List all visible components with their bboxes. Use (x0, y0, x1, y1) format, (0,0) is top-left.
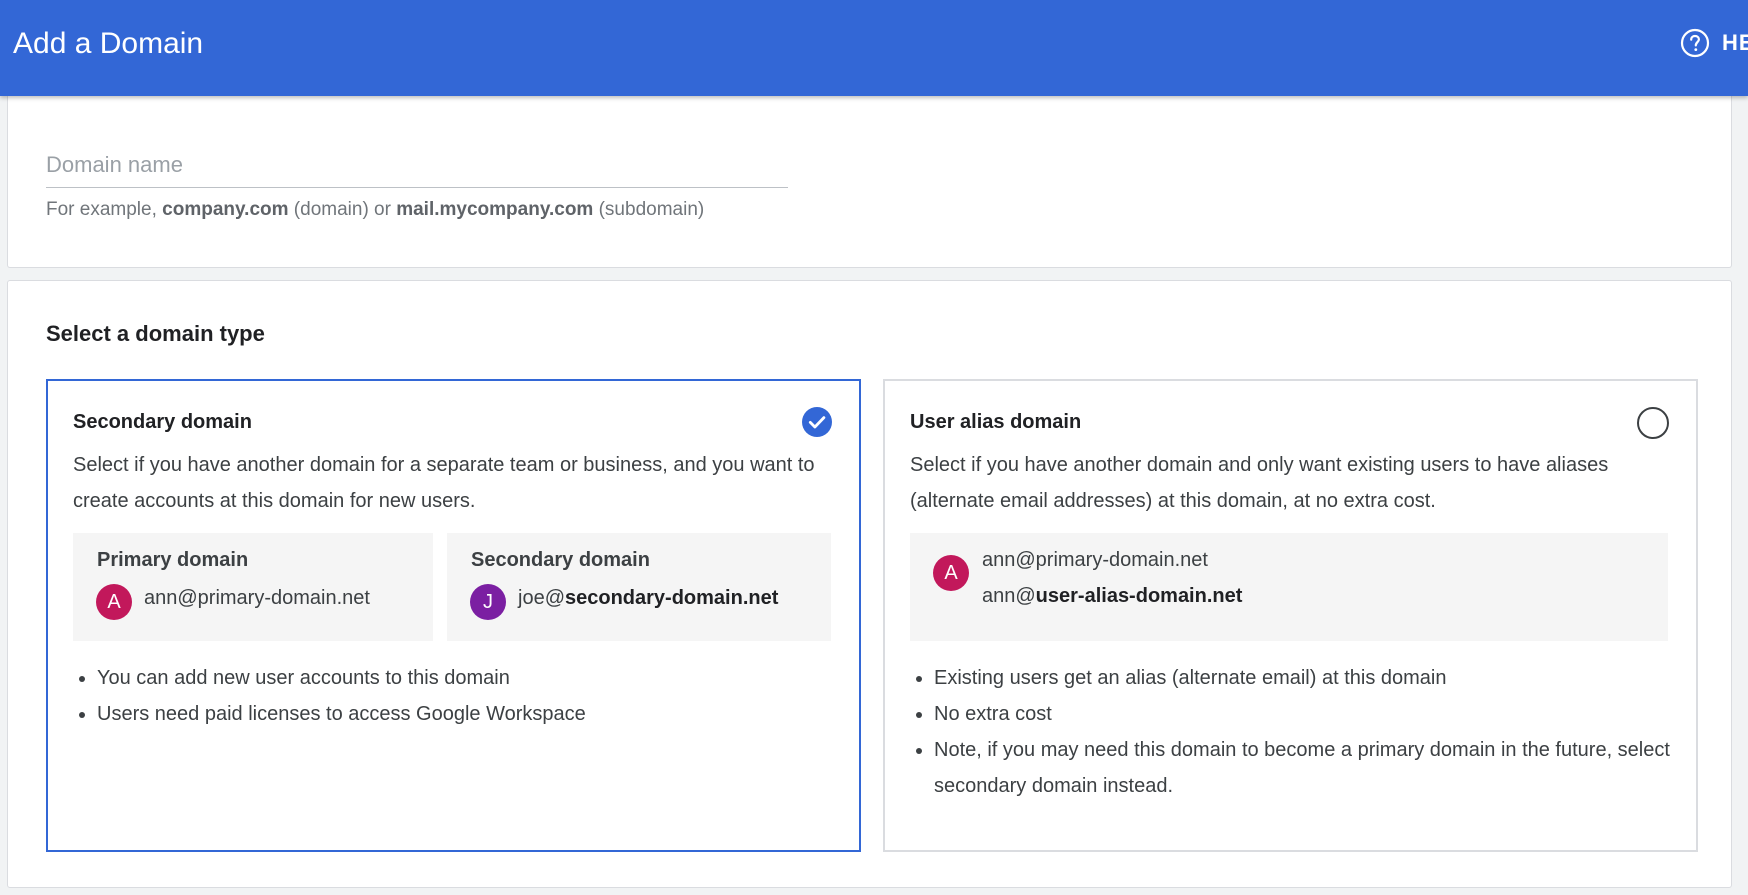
domain-type-heading: Select a domain type (46, 321, 265, 346)
hint-subdomain-label: (subdomain) (593, 199, 705, 220)
feature-list: You can add new user accounts to this do… (73, 660, 833, 732)
example-email: joe@secondary-domain.net (518, 587, 778, 610)
check-circle-icon[interactable] (802, 407, 832, 437)
example-alias-domain: A ann@primary-domain.net ann@user-alias-… (910, 533, 1668, 641)
example-heading: Secondary domain (471, 549, 650, 571)
help-label: HE (1722, 30, 1748, 55)
avatar: A (96, 584, 132, 620)
option-description: Select if you have another domain and on… (910, 454, 1609, 512)
list-item: You can add new user accounts to this do… (97, 660, 833, 696)
example-email-primary: ann@primary-domain.net (982, 549, 1208, 571)
help-icon (1680, 28, 1710, 58)
email-user: ann@ (982, 585, 1036, 607)
page-title: Add a Domain (13, 27, 204, 60)
option-secondary-domain[interactable]: Secondary domain Select if you have anot… (46, 379, 861, 852)
domain-name-card: For example, company.com (domain) or mai… (7, 96, 1732, 268)
list-item: Existing users get an alias (alternate e… (934, 660, 1670, 696)
avatar: J (470, 584, 506, 620)
app-bar: Add a Domain HE (0, 0, 1748, 96)
hint-prefix: For example, (46, 199, 163, 220)
domain-name-hint: For example, company.com (domain) or mai… (46, 199, 704, 221)
example-email-alias: ann@user-alias-domain.net (982, 585, 1242, 608)
example-primary-domain: Primary domain A ann@primary-domain.net (73, 533, 433, 641)
avatar: A (933, 555, 969, 591)
email-domain: secondary-domain.net (565, 587, 779, 609)
domain-type-card: Select a domain type Secondary domain Se… (7, 280, 1732, 888)
list-item: No extra cost (934, 696, 1670, 732)
list-item: Users need paid licenses to access Googl… (97, 696, 833, 732)
option-user-alias-domain[interactable]: User alias domain Select if you have ano… (883, 379, 1698, 852)
example-email: ann@primary-domain.net (144, 587, 370, 609)
example-secondary-domain: Secondary domain J joe@secondary-domain.… (447, 533, 831, 641)
radio-button[interactable] (1637, 407, 1669, 439)
hint-domain-label: (domain) or (288, 199, 397, 220)
domain-name-input[interactable] (46, 148, 788, 188)
list-item: Note, if you may need this domain to bec… (934, 732, 1670, 804)
option-description: Select if you have another domain for a … (73, 454, 815, 512)
hint-example-domain: company.com (162, 199, 289, 220)
example-heading: Primary domain (97, 549, 249, 571)
feature-list: Existing users get an alias (alternate e… (910, 660, 1670, 804)
help-button[interactable]: HE (1680, 24, 1748, 62)
option-title: Secondary domain (73, 411, 252, 433)
email-domain: user-alias-domain.net (1035, 585, 1243, 607)
email-user: joe@ (518, 587, 565, 609)
option-title: User alias domain (910, 411, 1082, 433)
hint-example-subdomain: mail.mycompany.com (396, 199, 594, 220)
